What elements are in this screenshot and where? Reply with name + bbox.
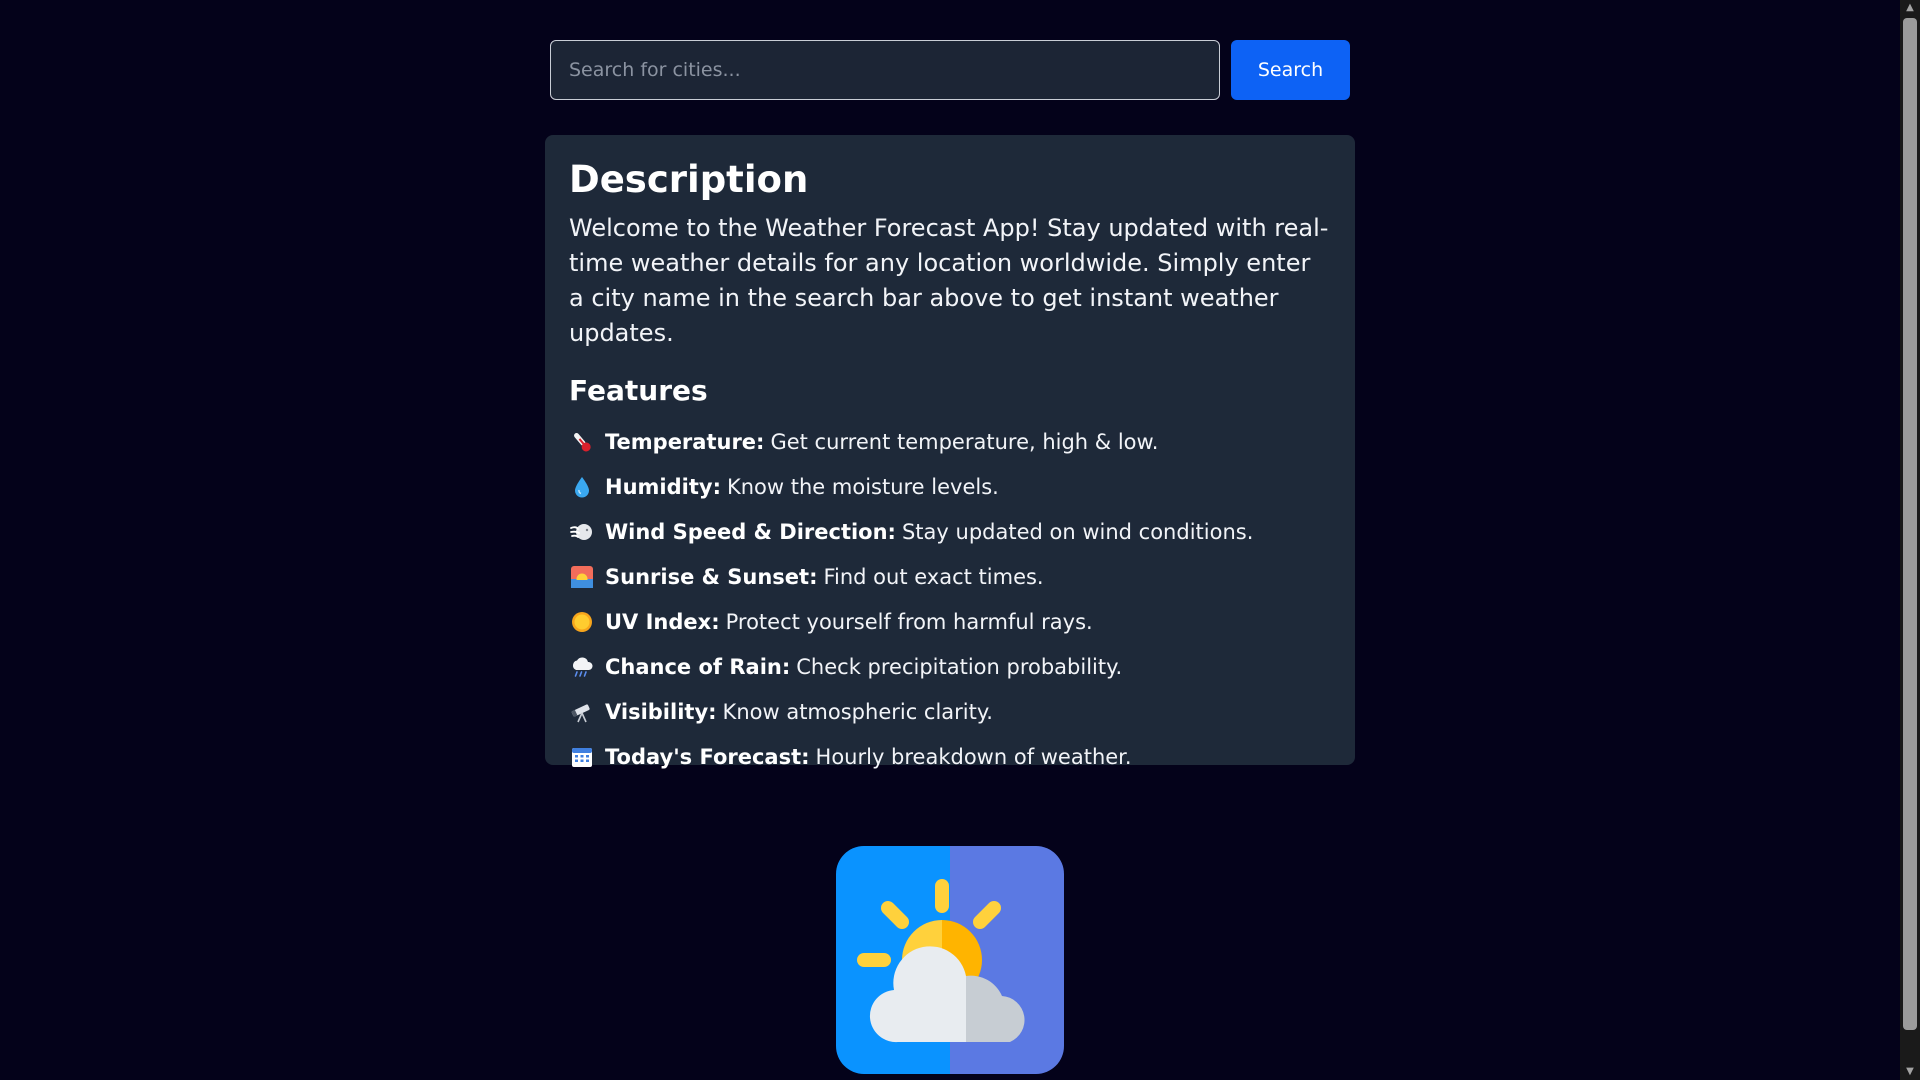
feature-description: Stay updated on wind conditions. xyxy=(901,520,1254,545)
vertical-scrollbar[interactable]: ▲ ▼ xyxy=(1900,0,1920,1080)
feature-name: Temperature: xyxy=(605,430,765,455)
feature-description: Hourly breakdown of weather. xyxy=(815,745,1132,770)
scrollbar-thumb[interactable] xyxy=(1903,18,1917,1030)
partly-cloudy-weather-logo xyxy=(836,846,1064,1074)
scroll-down-arrow-icon[interactable]: ▼ xyxy=(1900,1064,1920,1080)
feature-item-visibility: Visibility: Know atmospheric clarity. xyxy=(569,690,1331,735)
search-input[interactable] xyxy=(550,40,1220,100)
telescope-icon xyxy=(571,704,590,723)
feature-name: Today's Forecast: xyxy=(605,745,810,770)
feature-item-rain: Chance of Rain: Check precipitation prob… xyxy=(569,645,1331,690)
search-button[interactable]: Search xyxy=(1231,40,1350,100)
weather-app-page: Search Description Welcome to the Weathe… xyxy=(0,0,1920,1080)
calendar-icon xyxy=(572,748,592,768)
sun-icon xyxy=(572,612,592,633)
feature-item-temperature: Temperature: Get current temperature, hi… xyxy=(569,420,1331,465)
description-card: Description Welcome to the Weather Forec… xyxy=(545,135,1355,769)
feature-item-sunrise: Sunrise & Sunset: Find out exact times. xyxy=(569,555,1331,600)
feature-item-humidity: Humidity: Know the moisture levels. xyxy=(569,465,1331,510)
search-bar: Search xyxy=(550,40,1350,100)
feature-description: Get current temperature, high & low. xyxy=(770,430,1159,455)
sunrise-icon xyxy=(571,566,593,589)
feature-item-wind: Wind Speed & Direction: Stay updated on … xyxy=(569,510,1331,555)
feature-description: Find out exact times. xyxy=(823,565,1044,590)
feature-name: Humidity: xyxy=(605,475,721,500)
feature-description: Protect yourself from harmful rays. xyxy=(725,610,1093,635)
wind-icon xyxy=(570,524,592,541)
feature-name: Sunrise & Sunset: xyxy=(605,565,818,590)
rain-cloud-icon xyxy=(572,657,593,677)
thermometer-icon xyxy=(574,433,591,452)
feature-description: Know atmospheric clarity. xyxy=(722,700,993,725)
feature-name: Chance of Rain: xyxy=(605,655,791,680)
features-heading: Features xyxy=(569,374,708,408)
feature-item-forecast: Today's Forecast: Hourly breakdown of we… xyxy=(569,735,1331,780)
feature-name: Wind Speed & Direction: xyxy=(605,520,896,545)
feature-name: UV Index: xyxy=(605,610,720,635)
feature-name: Visibility: xyxy=(605,700,717,725)
feature-item-uv-index: UV Index: Protect yourself from harmful … xyxy=(569,600,1331,645)
feature-description: Check precipitation probability. xyxy=(796,655,1123,680)
description-heading: Description xyxy=(569,158,809,201)
features-list: Temperature: Get current temperature, hi… xyxy=(569,420,1331,780)
feature-description: Know the moisture levels. xyxy=(726,475,999,500)
description-text: Welcome to the Weather Forecast App! Sta… xyxy=(569,214,1329,348)
scroll-up-arrow-icon[interactable]: ▲ xyxy=(1900,0,1920,16)
droplet-icon xyxy=(575,477,589,498)
